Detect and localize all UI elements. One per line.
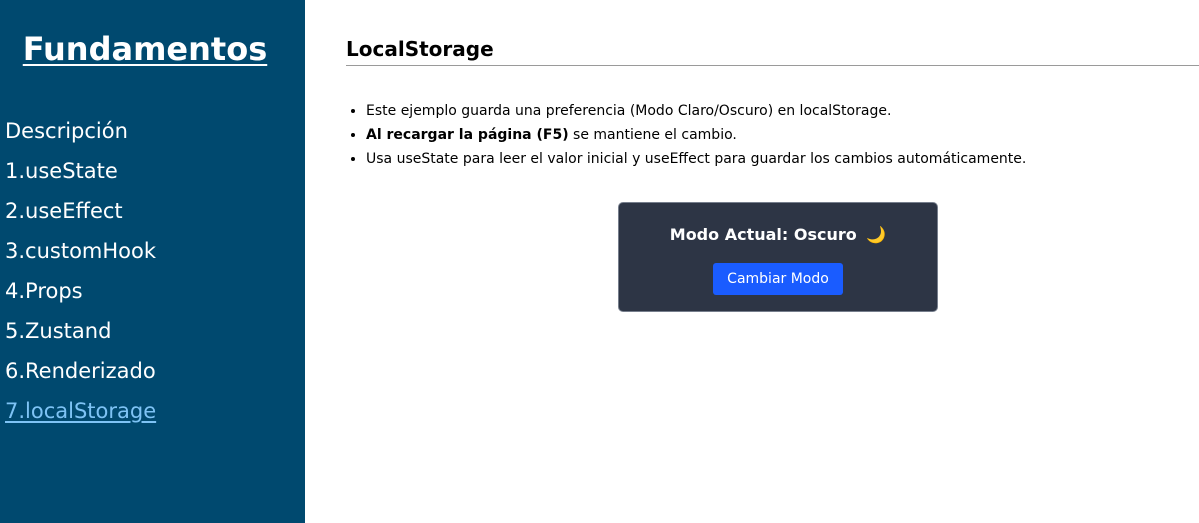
sidebar-item-zustand[interactable]: 5.Zustand — [5, 315, 156, 355]
moon-icon: 🌙 — [866, 225, 887, 244]
list-item: Usa useState para leer el valor inicial … — [366, 148, 1026, 172]
sidebar-item-useeffect[interactable]: 2.useEffect — [5, 195, 156, 235]
mode-text: Modo Actual: Oscuro — [669, 225, 857, 244]
bullet-bold-text: Al recargar la página (F5) — [366, 127, 569, 143]
sidebar-item-props[interactable]: 4.Props — [5, 275, 156, 315]
bullet-text: Este ejemplo guarda una preferencia (Mod… — [366, 103, 892, 119]
theme-card: Modo Actual: Oscuro 🌙 Cambiar Modo — [618, 202, 938, 312]
sidebar-item-usestate[interactable]: 1.useState — [5, 155, 156, 195]
main-content: LocalStorage Este ejemplo guarda una pre… — [346, 0, 1199, 523]
bullet-text: se mantiene el cambio. — [568, 127, 737, 143]
sidebar-item-customhook[interactable]: 3.customHook — [5, 235, 156, 275]
app-layout: Fundamentos Descripción 1.useState 2.use… — [0, 0, 1199, 523]
sidebar-item-descripcion[interactable]: Descripción — [5, 115, 156, 155]
list-item: Este ejemplo guarda una preferencia (Mod… — [366, 100, 1026, 124]
title-divider — [346, 65, 1199, 66]
page-title: LocalStorage — [346, 37, 494, 61]
toggle-mode-button[interactable]: Cambiar Modo — [713, 263, 843, 295]
sidebar-item-renderizado[interactable]: 6.Renderizado — [5, 355, 156, 395]
sidebar-brand-link[interactable]: Fundamentos — [0, 30, 290, 68]
description-list: Este ejemplo guarda una preferencia (Mod… — [346, 100, 1026, 172]
sidebar: Fundamentos Descripción 1.useState 2.use… — [0, 0, 305, 523]
sidebar-item-localstorage[interactable]: 7.localStorage — [5, 395, 156, 435]
bullet-text: Usa useState para leer el valor inicial … — [366, 151, 1027, 167]
list-item: Al recargar la página (F5) se mantiene e… — [366, 124, 1026, 148]
current-mode-label: Modo Actual: Oscuro 🌙 — [619, 225, 937, 244]
sidebar-nav: Descripción 1.useState 2.useEffect 3.cus… — [5, 115, 156, 435]
